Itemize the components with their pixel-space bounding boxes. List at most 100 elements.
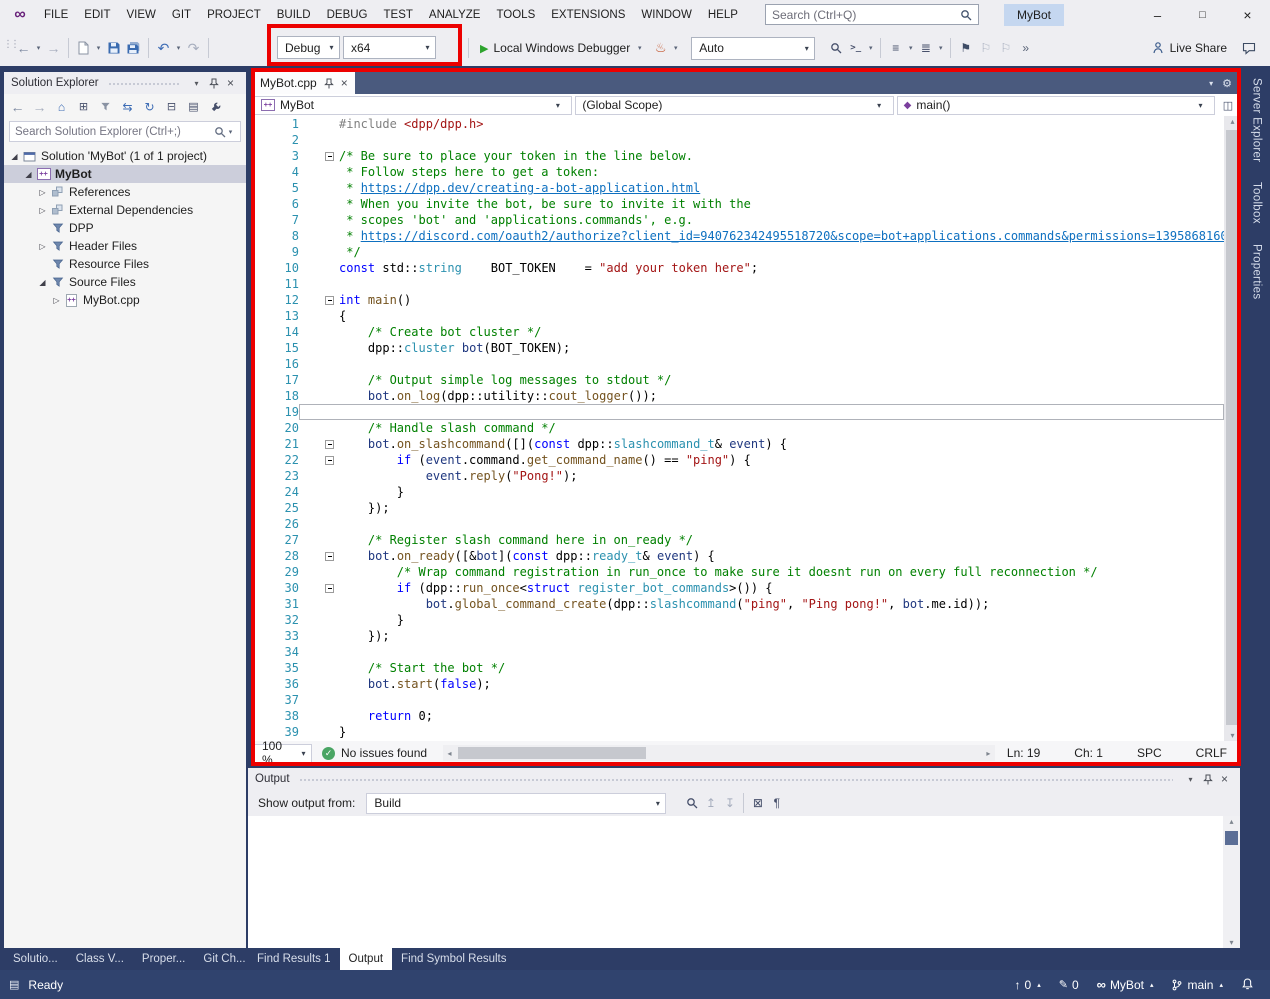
vertical-scrollbar-thumb[interactable]	[1225, 831, 1238, 845]
tree-item-mybot[interactable]: ◢++MyBot	[4, 165, 246, 183]
toggle-bookmark-icon[interactable]: ⚑	[956, 37, 975, 59]
code-line-12[interactable]: 12int main()	[251, 292, 1224, 308]
next-bookmark-icon[interactable]: ⚐	[996, 37, 1015, 59]
tree-item-header-files[interactable]: ▷Header Files	[4, 237, 246, 255]
fold-collapse-icon[interactable]	[325, 584, 334, 593]
fold-collapse-icon[interactable]	[325, 296, 334, 305]
scroll-right-icon[interactable]: ▸	[982, 745, 995, 761]
outgoing-commits-button[interactable]: ↑ 0 ▴	[1015, 978, 1041, 992]
find-in-files-icon[interactable]	[826, 37, 845, 59]
spaces-indicator[interactable]: SPC	[1137, 746, 1162, 760]
breakpoint-margin[interactable]	[251, 692, 271, 708]
pin-icon[interactable]	[324, 78, 334, 89]
menu-view[interactable]: VIEW	[119, 0, 164, 30]
breakpoint-margin[interactable]	[251, 260, 271, 276]
scroll-down-icon[interactable]: ▾	[1223, 938, 1240, 947]
menu-extensions[interactable]: EXTENSIONS	[543, 0, 633, 30]
window-menu-icon[interactable]: ▾	[188, 74, 205, 92]
panel-tab-solutio[interactable]: Solutio...	[4, 948, 67, 970]
panel-tab-output[interactable]: Output	[340, 948, 393, 970]
panel-tab-proper[interactable]: Proper...	[133, 948, 194, 970]
code-editor[interactable]: 1#include <dpp/dpp.h>23/* Be sure to pla…	[251, 116, 1224, 741]
code-hyperlink[interactable]: https://discord.com/oauth2/authorize?cli…	[361, 229, 1224, 243]
fold-collapse-icon[interactable]	[325, 152, 334, 161]
vertical-scrollbar-thumb[interactable]	[1226, 130, 1239, 725]
tree-expanded-icon[interactable]: ◢	[22, 170, 35, 179]
panel-tab-find-results-1[interactable]: Find Results 1	[248, 948, 340, 970]
solution-search-input[interactable]	[15, 126, 214, 138]
watch-mode-dropdown[interactable]: Auto ▾	[691, 37, 815, 60]
tree-item-solution-mybot-1-of-1-project[interactable]: ◢Solution 'MyBot' (1 of 1 project)	[4, 147, 246, 165]
breakpoint-margin[interactable]	[251, 548, 271, 564]
breakpoint-margin[interactable]	[251, 468, 271, 484]
goto-next-message-icon[interactable]: ↧	[720, 792, 739, 814]
code-line-20[interactable]: 20 /* Handle slash command */	[251, 420, 1224, 436]
code-line-8[interactable]: 8 * https://discord.com/oauth2/authorize…	[251, 228, 1224, 244]
close-icon[interactable]: ×	[1216, 770, 1233, 788]
home-icon[interactable]: ⌂	[53, 97, 70, 116]
menu-test[interactable]: TEST	[376, 0, 421, 30]
code-line-32[interactable]: 32 }	[251, 612, 1224, 628]
panel-tab-class-v[interactable]: Class V...	[67, 948, 133, 970]
breakpoint-margin[interactable]	[251, 564, 271, 580]
code-line-7[interactable]: 7 * scopes 'bot' and 'applications.comma…	[251, 212, 1224, 228]
code-line-27[interactable]: 27 /* Register slash command here in on_…	[251, 532, 1224, 548]
chevron-down-icon[interactable]: ▾	[226, 128, 235, 136]
navigate-back-icon[interactable]: ←	[9, 97, 26, 116]
solution-explorer-search-box[interactable]: ▾	[9, 121, 241, 142]
navigate-back-icon[interactable]: ←	[14, 37, 33, 59]
branch-button[interactable]: main ▴	[1171, 978, 1223, 992]
dropdown-caret-icon[interactable]: ▾	[34, 44, 43, 52]
breakpoint-margin[interactable]	[251, 676, 271, 692]
menu-window[interactable]: WINDOW	[633, 0, 699, 30]
pin-icon[interactable]	[1199, 770, 1216, 788]
breakpoint-margin[interactable]	[251, 404, 271, 420]
breakpoint-margin[interactable]	[251, 436, 271, 452]
breakpoint-margin[interactable]	[251, 340, 271, 356]
breakpoint-margin[interactable]	[251, 132, 271, 148]
breakpoint-margin[interactable]	[251, 724, 271, 740]
new-file-icon[interactable]	[74, 37, 93, 59]
fold-collapse-icon[interactable]	[325, 440, 334, 449]
code-line-9[interactable]: 9 */	[251, 244, 1224, 260]
breakpoint-margin[interactable]	[251, 644, 271, 660]
dropdown-caret-icon[interactable]: ▾	[906, 44, 915, 52]
code-line-35[interactable]: 35 /* Start the bot */	[251, 660, 1224, 676]
code-line-13[interactable]: 13{	[251, 308, 1224, 324]
dropdown-caret-icon[interactable]: ▾	[671, 44, 680, 52]
solution-explorer-header[interactable]: Solution Explorer ▾ ×	[4, 72, 246, 94]
menu-help[interactable]: HELP	[700, 0, 746, 30]
solution-configurations-dropdown[interactable]: Debug ▾	[277, 36, 340, 59]
code-line-16[interactable]: 16	[251, 356, 1224, 372]
tree-item-mybot-cpp[interactable]: ▷++MyBot.cpp	[4, 291, 246, 309]
code-line-11[interactable]: 11	[251, 276, 1224, 292]
save-icon[interactable]	[104, 37, 123, 59]
previous-bookmark-icon[interactable]: ⚐	[976, 37, 995, 59]
clear-all-icon[interactable]: ⊠	[748, 792, 767, 814]
panel-tab-git-ch[interactable]: Git Ch...	[194, 948, 254, 970]
repository-button[interactable]: ∞ MyBot ▴	[1097, 977, 1154, 992]
breakpoint-margin[interactable]	[251, 308, 271, 324]
tree-expanded-icon[interactable]: ◢	[8, 152, 21, 161]
vertical-scrollbar[interactable]: ▴ ▾	[1223, 816, 1240, 948]
zoom-dropdown[interactable]: 100 % ▾	[254, 744, 312, 763]
breakpoint-margin[interactable]	[251, 276, 271, 292]
menu-tools[interactable]: TOOLS	[488, 0, 543, 30]
breakpoint-margin[interactable]	[251, 516, 271, 532]
tree-item-resource-files[interactable]: Resource Files	[4, 255, 246, 273]
start-debugging-button[interactable]: ▶ Local Windows Debugger ▾	[476, 36, 648, 60]
code-line-10[interactable]: 10const std::string BOT_TOKEN = "add you…	[251, 260, 1224, 276]
dropdown-caret-icon[interactable]: ▾	[866, 44, 875, 52]
find-message-icon[interactable]	[682, 792, 701, 814]
breakpoint-margin[interactable]	[251, 452, 271, 468]
scroll-up-icon[interactable]: ▴	[1223, 817, 1240, 826]
fold-collapse-icon[interactable]	[325, 552, 334, 561]
bell-icon[interactable]	[1241, 978, 1254, 991]
code-line-39[interactable]: 39}	[251, 724, 1224, 740]
close-icon[interactable]: ×	[222, 74, 239, 92]
line-indicator[interactable]: Ln: 19	[1007, 746, 1040, 760]
display-quick-info-icon[interactable]: ≣	[916, 37, 935, 59]
breakpoint-margin[interactable]	[251, 116, 271, 132]
breakpoint-margin[interactable]	[251, 164, 271, 180]
dropdown-caret-icon[interactable]: ▾	[174, 44, 183, 52]
